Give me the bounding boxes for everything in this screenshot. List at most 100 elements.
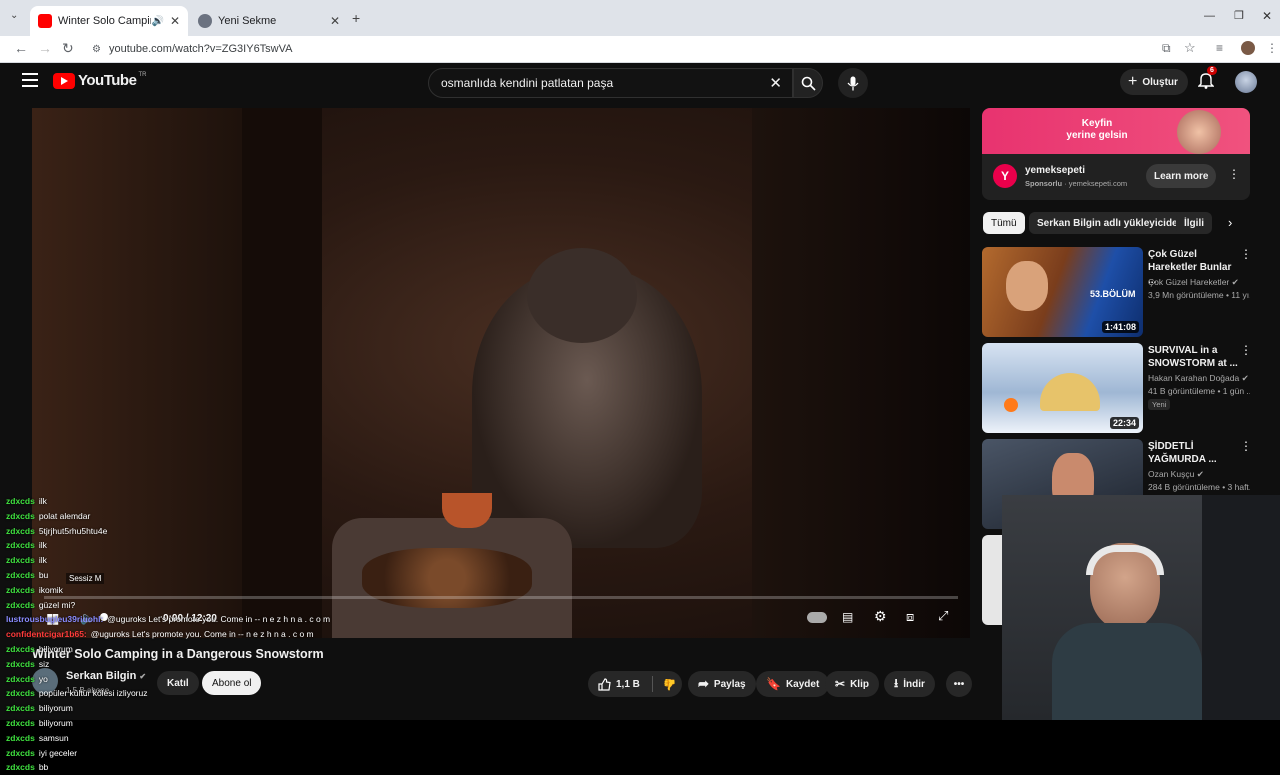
create-button[interactable]: + Oluştur	[1120, 69, 1188, 95]
miniplayer-icon[interactable]: ⧈	[906, 609, 914, 625]
fullscreen-icon[interactable]: ⤢	[938, 608, 948, 624]
clear-search-icon[interactable]: ✕	[769, 74, 782, 92]
browser-menu-icon[interactable]: ⋮	[1266, 36, 1278, 60]
rec-title-line1: SURVIVAL in a	[1148, 345, 1218, 356]
chat-username: zdxcds	[6, 525, 35, 536]
chat-username: zdxcds	[6, 747, 35, 758]
youtube-logo[interactable]: YouTube TR	[53, 72, 146, 89]
rec-menu-icon[interactable]: ⋮	[1240, 343, 1252, 357]
install-app-icon[interactable]: ⧉	[1162, 36, 1171, 60]
rec-item-2[interactable]: 22:34 SURVIVAL in a SNOWSTORM at ... Haka…	[982, 343, 1252, 433]
download-icon: ⭳	[894, 675, 899, 690]
chat-text: yo	[38, 673, 48, 684]
tab-youtube[interactable]: Winter Solo Camping in a D 🔊 ✕	[30, 6, 188, 36]
chat-message: zdxcds ilk	[6, 553, 346, 568]
ad-menu-icon[interactable]: ⋮	[1228, 167, 1240, 181]
rec-item-1[interactable]: 53.BÖLÜM 1:41:08 Çok Güzel Hareketler Bun…	[982, 247, 1252, 337]
rec-thumbnail[interactable]: 53.BÖLÜM 1:41:08	[982, 247, 1143, 337]
settings-gear-icon[interactable]: ⚙	[874, 608, 887, 625]
learn-more-button[interactable]: Learn more	[1146, 164, 1217, 188]
close-tab-icon[interactable]: ✕	[170, 14, 180, 28]
chat-username: zdxcds	[6, 688, 35, 699]
chat-username: zdxcds	[6, 555, 35, 566]
verified-icon: ✔	[1241, 373, 1249, 383]
chat-username: zdxcds	[6, 658, 35, 669]
chat-text: ilk	[38, 555, 47, 566]
like-button[interactable]: 1,1 B 👍	[588, 671, 682, 697]
rec-title-line1: ŞİDDETLİ	[1148, 441, 1194, 452]
media-controls-icon[interactable]: ≡	[1216, 36, 1223, 60]
forward-icon[interactable]: →	[38, 36, 52, 60]
thumb-tent	[1040, 373, 1100, 411]
autoplay-toggle[interactable]	[807, 612, 827, 623]
share-label: Paylaş	[713, 678, 746, 690]
audio-icon[interactable]: 🔊	[151, 16, 163, 27]
save-label: Kaydet	[785, 678, 820, 690]
chat-text: ikomik	[38, 584, 63, 595]
save-button[interactable]: 🔖 Kaydet	[756, 671, 830, 697]
clip-button[interactable]: ✂ Klip	[825, 671, 879, 697]
chat-text: bb	[38, 762, 49, 773]
thumbs-down-icon[interactable]: 👍	[663, 678, 677, 691]
search-input[interactable]: osmanlıda kendini patlatan paşa ✕	[428, 68, 793, 98]
tab-new-tab[interactable]: Yeni Sekme ✕	[190, 6, 348, 36]
rec-channel: Hakan Karahan Doğada ✔	[1148, 372, 1249, 384]
address-bar[interactable]: ⚙ youtube.com/watch?v=ZG3IY6TswVA	[84, 38, 1144, 60]
chip-all[interactable]: Tümü	[983, 212, 1025, 234]
chat-text: samsun	[38, 732, 69, 743]
hamburger-menu-icon[interactable]	[22, 73, 38, 87]
rec-channel: Ozan Kuşçu ✔	[1148, 468, 1204, 480]
chat-username: zdxcds	[6, 643, 35, 654]
rec-title-line2: YAĞMURDA ...	[1148, 454, 1217, 465]
ad-info: Y yemeksepeti Sponsorlu · yemeksepeti.co…	[982, 154, 1250, 200]
rec-menu-icon[interactable]: ⋮	[1240, 439, 1252, 453]
rec-duration: 22:34	[1109, 417, 1139, 429]
rec-channel-name: Ozan Kuşçu	[1148, 469, 1195, 479]
minimize-icon[interactable]: —	[1204, 10, 1215, 22]
plus-icon: +	[1128, 73, 1138, 90]
reload-icon[interactable]: ↻	[62, 36, 74, 60]
download-button[interactable]: ⭳ İndir	[884, 671, 935, 697]
rec-thumbnail[interactable]: 22:34	[982, 343, 1143, 433]
streamer-webcam	[1002, 495, 1280, 720]
rec-item-4-thumbnail[interactable]	[982, 535, 1002, 625]
chip-related[interactable]: İlgili	[1176, 212, 1212, 234]
yemeksepeti-logo-icon: Y	[993, 164, 1017, 188]
chips-next-icon[interactable]: ›	[1228, 215, 1232, 230]
rec-menu-icon[interactable]: ⋮	[1240, 247, 1252, 261]
ad-advertiser: yemeksepeti	[1025, 165, 1086, 176]
bookmark-star-icon[interactable]: ☆	[1184, 36, 1196, 60]
ad-banner-line2: yerine gelsin	[1066, 130, 1128, 141]
share-button[interactable]: ➦ Paylaş	[688, 671, 756, 697]
notifications-button[interactable]: 6	[1197, 66, 1217, 94]
chat-message: zdxcds ilk	[6, 494, 346, 509]
close-window-icon[interactable]: ✕	[1262, 9, 1272, 23]
back-icon[interactable]: ←	[14, 36, 28, 60]
ad-sponsor-line: Sponsorlu · yemeksepeti.com	[1025, 179, 1128, 188]
search-button[interactable]	[793, 68, 823, 98]
chat-text: @uguroks Let's promote you. Come in -- n…	[107, 614, 331, 625]
rec-title-line2: SNOWSTORM at ...	[1148, 358, 1238, 369]
profile-avatar[interactable]	[1241, 41, 1255, 55]
chat-username: zdxcds	[6, 496, 35, 506]
notification-badge: 6	[1207, 66, 1217, 75]
rec-meta: 284 B görüntüleme • 3 haft...	[1148, 482, 1250, 492]
tab-search-icon[interactable]: ⌄	[10, 10, 18, 21]
verified-icon: ✔	[1231, 277, 1239, 287]
maximize-icon[interactable]: ❐	[1234, 9, 1244, 22]
ad-banner[interactable]: Keyfin yerine gelsin	[982, 108, 1250, 154]
new-tab-icon[interactable]: +	[352, 10, 360, 26]
close-tab-icon[interactable]: ✕	[330, 14, 340, 28]
url-text: youtube.com/watch?v=ZG3IY6TswVA	[108, 43, 293, 55]
chat-message: confidentcigar1b65: @uguroks Let's promot…	[6, 627, 346, 642]
subtitles-icon[interactable]: ▤	[842, 610, 853, 624]
voice-search-button[interactable]	[838, 68, 868, 98]
more-icon: •••	[953, 678, 965, 690]
chat-text: bu	[38, 569, 49, 580]
chat-message: zdxcds samsun	[6, 731, 346, 746]
site-info-icon[interactable]: ⚙	[92, 44, 101, 55]
chip-uploader[interactable]: Serkan Bilgin adlı yükleyiciden	[1029, 212, 1192, 234]
more-actions-button[interactable]: •••	[946, 671, 972, 697]
new-badge: Yeni	[1148, 399, 1171, 410]
account-avatar[interactable]	[1235, 71, 1257, 93]
